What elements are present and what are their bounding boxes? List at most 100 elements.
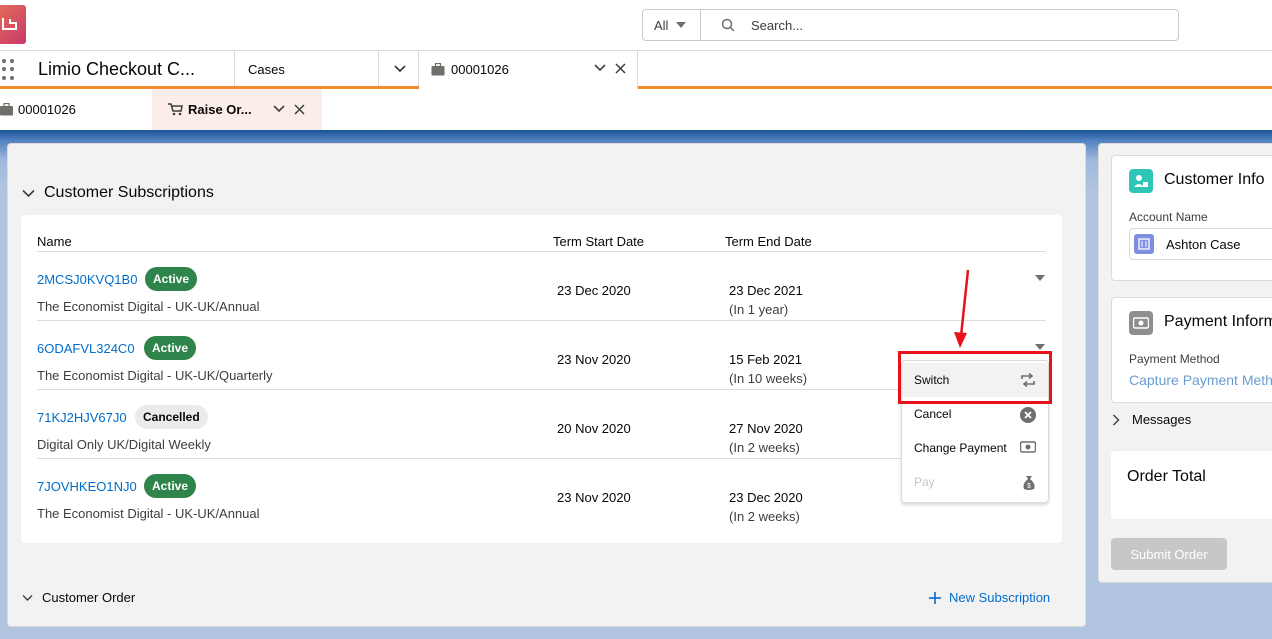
annotation-arrow-icon bbox=[954, 269, 970, 348]
caret-down-icon bbox=[676, 22, 687, 28]
search-input[interactable] bbox=[751, 17, 1131, 33]
logo-icon bbox=[2, 18, 17, 30]
nav-tab-label: 00001026 bbox=[451, 61, 509, 77]
menu-item-label: Change Payment bbox=[914, 441, 1007, 455]
product-name: Digital Only UK/Digital Weekly bbox=[37, 437, 211, 452]
nav-tab-label: Cases bbox=[248, 61, 285, 77]
cart-icon bbox=[168, 103, 183, 116]
app-logo[interactable] bbox=[0, 5, 26, 44]
chevron-down-icon bbox=[393, 65, 406, 73]
subtab-raise-order[interactable]: Raise Or... bbox=[152, 89, 322, 130]
app-launcher-icon[interactable] bbox=[2, 59, 16, 81]
term-end: 27 Nov 2020 bbox=[729, 421, 803, 436]
global-header: All bbox=[0, 0, 1272, 50]
status-badge: Active bbox=[144, 336, 197, 360]
search-icon bbox=[721, 18, 735, 32]
menu-item-pay: Pay $ bbox=[902, 465, 1048, 499]
customer-info-card: Customer Info Account Name Ashton Case bbox=[1111, 155, 1272, 281]
svg-text:$: $ bbox=[1027, 483, 1031, 490]
column-header-name: Name bbox=[37, 234, 72, 249]
term-end: 23 Dec 2021 bbox=[729, 283, 803, 298]
subscription-link[interactable]: 2MCSJ0KVQ1B0 bbox=[37, 272, 137, 287]
menu-item-label: Cancel bbox=[914, 407, 952, 421]
menu-item-change-payment[interactable]: Change Payment bbox=[902, 431, 1048, 465]
order-total-card: Order Total bbox=[1111, 451, 1272, 519]
subscription-link[interactable]: 6ODAFVL324C0 bbox=[37, 341, 135, 356]
account-name-pill[interactable]: Ashton Case bbox=[1129, 228, 1272, 260]
annotation-highlight-box bbox=[898, 351, 1052, 404]
product-name: The Economist Digital - UK-UK/Annual bbox=[37, 299, 260, 314]
subtab-label: 00001026 bbox=[18, 102, 76, 117]
new-subscription-label: New Subscription bbox=[949, 590, 1051, 605]
term-start: 23 Nov 2020 bbox=[557, 490, 631, 505]
section-title: Customer Order bbox=[42, 590, 136, 605]
term-end: 23 Dec 2020 bbox=[729, 490, 803, 505]
subscription-link[interactable]: 71KJ2HJV67J0 bbox=[37, 410, 127, 425]
field-label: Account Name bbox=[1129, 210, 1208, 224]
status-badge: Active bbox=[144, 474, 197, 498]
subscription-link[interactable]: 7JOVHKEO1NJ0 bbox=[37, 479, 137, 494]
chevron-down-icon[interactable] bbox=[594, 63, 606, 73]
table-row: 6ODAFVL324C0 Active The Economist Digita… bbox=[37, 321, 1046, 390]
product-name: The Economist Digital - UK-UK/Quarterly bbox=[37, 368, 273, 383]
nav-menu-chevron[interactable] bbox=[378, 51, 420, 87]
chevron-right-icon bbox=[1113, 414, 1120, 425]
new-subscription-button[interactable]: New Subscription bbox=[929, 590, 1050, 605]
card-title: Customer Info bbox=[1164, 171, 1265, 188]
close-icon[interactable] bbox=[615, 63, 626, 74]
term-relative: (In 10 weeks) bbox=[729, 371, 808, 386]
search-scope-select[interactable]: All bbox=[642, 9, 701, 41]
row-menu-icon[interactable] bbox=[1035, 344, 1045, 350]
term-start: 23 Dec 2020 bbox=[557, 283, 631, 298]
customer-icon bbox=[1129, 169, 1153, 193]
search-scope-label: All bbox=[654, 17, 669, 33]
briefcase-icon bbox=[0, 103, 13, 116]
table-row: 71KJ2HJV67J0 Cancelled Digital Only UK/D… bbox=[37, 390, 1046, 459]
subtab-case[interactable]: 00001026 bbox=[0, 89, 152, 130]
term-start: 23 Nov 2020 bbox=[557, 352, 631, 367]
close-icon[interactable] bbox=[294, 104, 305, 115]
subtab-label: Raise Or... bbox=[188, 102, 252, 117]
customer-subscriptions-header[interactable]: Customer Subscriptions bbox=[22, 184, 214, 202]
chevron-down-icon bbox=[22, 594, 33, 601]
field-label: Payment Method bbox=[1129, 352, 1220, 366]
briefcase-icon bbox=[431, 62, 445, 75]
customer-order-header[interactable]: Customer Order bbox=[22, 590, 135, 605]
payment-icon bbox=[1020, 441, 1036, 453]
status-badge: Active bbox=[145, 267, 198, 291]
chevron-down-icon bbox=[22, 189, 35, 197]
order-total-label: Order Total bbox=[1127, 468, 1206, 485]
section-title: Customer Subscriptions bbox=[44, 184, 214, 201]
table-row: 2MCSJ0KVQ1B0 Active The Economist Digita… bbox=[37, 252, 1046, 321]
column-header-end: Term End Date bbox=[725, 234, 812, 249]
term-relative: (In 2 weeks) bbox=[729, 509, 800, 524]
term-relative: (In 2 weeks) bbox=[729, 440, 800, 455]
status-badge: Cancelled bbox=[135, 405, 208, 429]
messages-label: Messages bbox=[1132, 412, 1192, 427]
term-end: 15 Feb 2021 bbox=[729, 352, 803, 367]
term-relative: (In 1 year) bbox=[729, 302, 789, 317]
subtab-bar: 00001026 Raise Or... bbox=[0, 89, 1272, 130]
add-icon bbox=[929, 591, 941, 604]
menu-item-label: Pay bbox=[914, 475, 935, 489]
product-name: The Economist Digital - UK-UK/Annual bbox=[37, 506, 260, 521]
column-header-start: Term Start Date bbox=[553, 234, 645, 249]
row-menu-icon[interactable] bbox=[1035, 275, 1045, 281]
nav-tab-cases[interactable]: Cases bbox=[234, 51, 419, 87]
term-start: 20 Nov 2020 bbox=[557, 421, 631, 436]
payment-card-icon bbox=[1129, 311, 1153, 335]
money-bag-icon: $ bbox=[1023, 476, 1035, 490]
account-name-value: Ashton Case bbox=[1166, 236, 1241, 252]
global-search[interactable] bbox=[700, 9, 1179, 41]
navigation-bar: Limio Checkout C... Cases 00001026 bbox=[0, 50, 1272, 90]
submit-order-button[interactable]: Submit Order bbox=[1111, 538, 1227, 570]
payment-info-card: Payment Inform Payment Method Capture Pa… bbox=[1111, 297, 1272, 403]
messages-toggle[interactable]: Messages bbox=[1112, 412, 1191, 427]
card-title: Payment Inform bbox=[1164, 313, 1272, 330]
table-row: 7JOVHKEO1NJ0 Active The Economist Digita… bbox=[37, 459, 1046, 528]
cancel-icon bbox=[1020, 407, 1036, 423]
chevron-down-icon[interactable] bbox=[273, 104, 285, 114]
nav-tab-case[interactable]: 00001026 bbox=[419, 51, 638, 90]
capture-payment-link[interactable]: Capture Payment Meth bbox=[1129, 372, 1272, 388]
app-name: Limio Checkout C... bbox=[38, 59, 196, 79]
